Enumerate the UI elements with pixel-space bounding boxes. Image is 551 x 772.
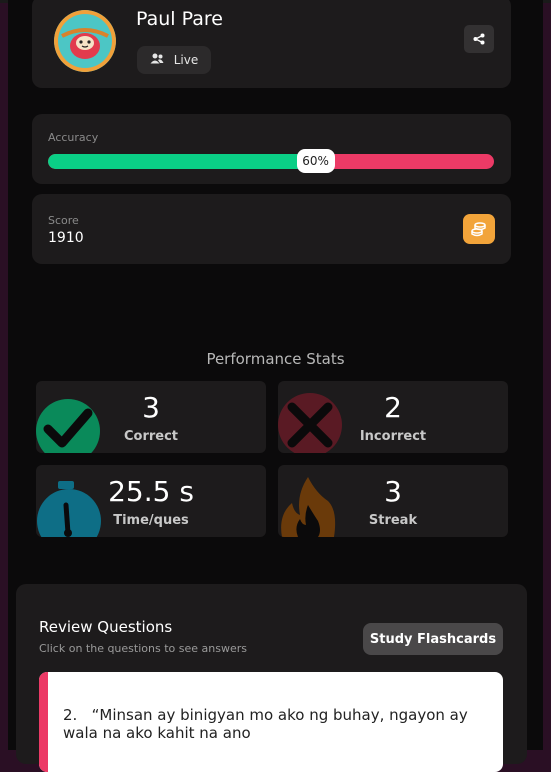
live-status-badge: Live xyxy=(137,46,211,74)
accuracy-bar-fill xyxy=(48,154,316,169)
review-questions-title: Review Questions xyxy=(39,618,173,636)
accuracy-label: Accuracy xyxy=(48,131,99,144)
share-icon xyxy=(473,30,485,49)
score-card: Score 1910 xyxy=(32,194,511,264)
study-flashcards-button[interactable]: Study Flashcards xyxy=(363,623,503,655)
share-button[interactable] xyxy=(464,25,494,53)
incorrect-accent-bar xyxy=(39,672,48,772)
stat-correct: 3 Correct xyxy=(36,381,266,453)
users-icon xyxy=(150,53,164,67)
stat-incorrect-value: 2 xyxy=(384,391,402,424)
stat-time-caption: Time/ques xyxy=(113,513,189,528)
accuracy-bar xyxy=(48,154,494,169)
accuracy-card: Accuracy 60% xyxy=(32,114,511,184)
performance-stats-title: Performance Stats xyxy=(206,350,345,368)
stat-streak-caption: Streak xyxy=(368,513,418,528)
page-background: Paul Pare Live Accuracy 60% Score 1910 P… xyxy=(8,0,543,772)
player-profile-card: Paul Pare Live xyxy=(32,0,511,88)
review-questions-subtitle: Click on the questions to see answers xyxy=(39,642,247,655)
stat-incorrect: 2 Incorrect xyxy=(278,381,508,453)
player-name: Paul Pare xyxy=(136,8,223,30)
accuracy-percent-badge: 60% xyxy=(296,149,335,173)
stat-time-per-question: 25.5 s Time/ques xyxy=(36,465,266,537)
score-label: Score xyxy=(48,214,79,227)
stat-time-value: 25.5 s xyxy=(108,475,194,508)
question-item[interactable]: 2. “Minsan ay binigyan mo ako ng buhay, … xyxy=(39,672,503,772)
stat-correct-caption: Correct xyxy=(123,429,179,444)
stat-streak: 3 Streak xyxy=(278,465,508,537)
stat-incorrect-caption: Incorrect xyxy=(359,429,427,444)
coins-icon xyxy=(463,214,495,244)
question-text: 2. “Minsan ay binigyan mo ako ng buhay, … xyxy=(63,706,468,742)
score-value: 1910 xyxy=(48,230,84,246)
stat-streak-value: 3 xyxy=(384,475,402,508)
sloth-avatar-icon xyxy=(54,10,116,72)
review-questions-card: Review Questions Click on the questions … xyxy=(16,584,527,772)
stat-correct-value: 3 xyxy=(142,391,160,424)
live-status-label: Live xyxy=(173,53,199,67)
